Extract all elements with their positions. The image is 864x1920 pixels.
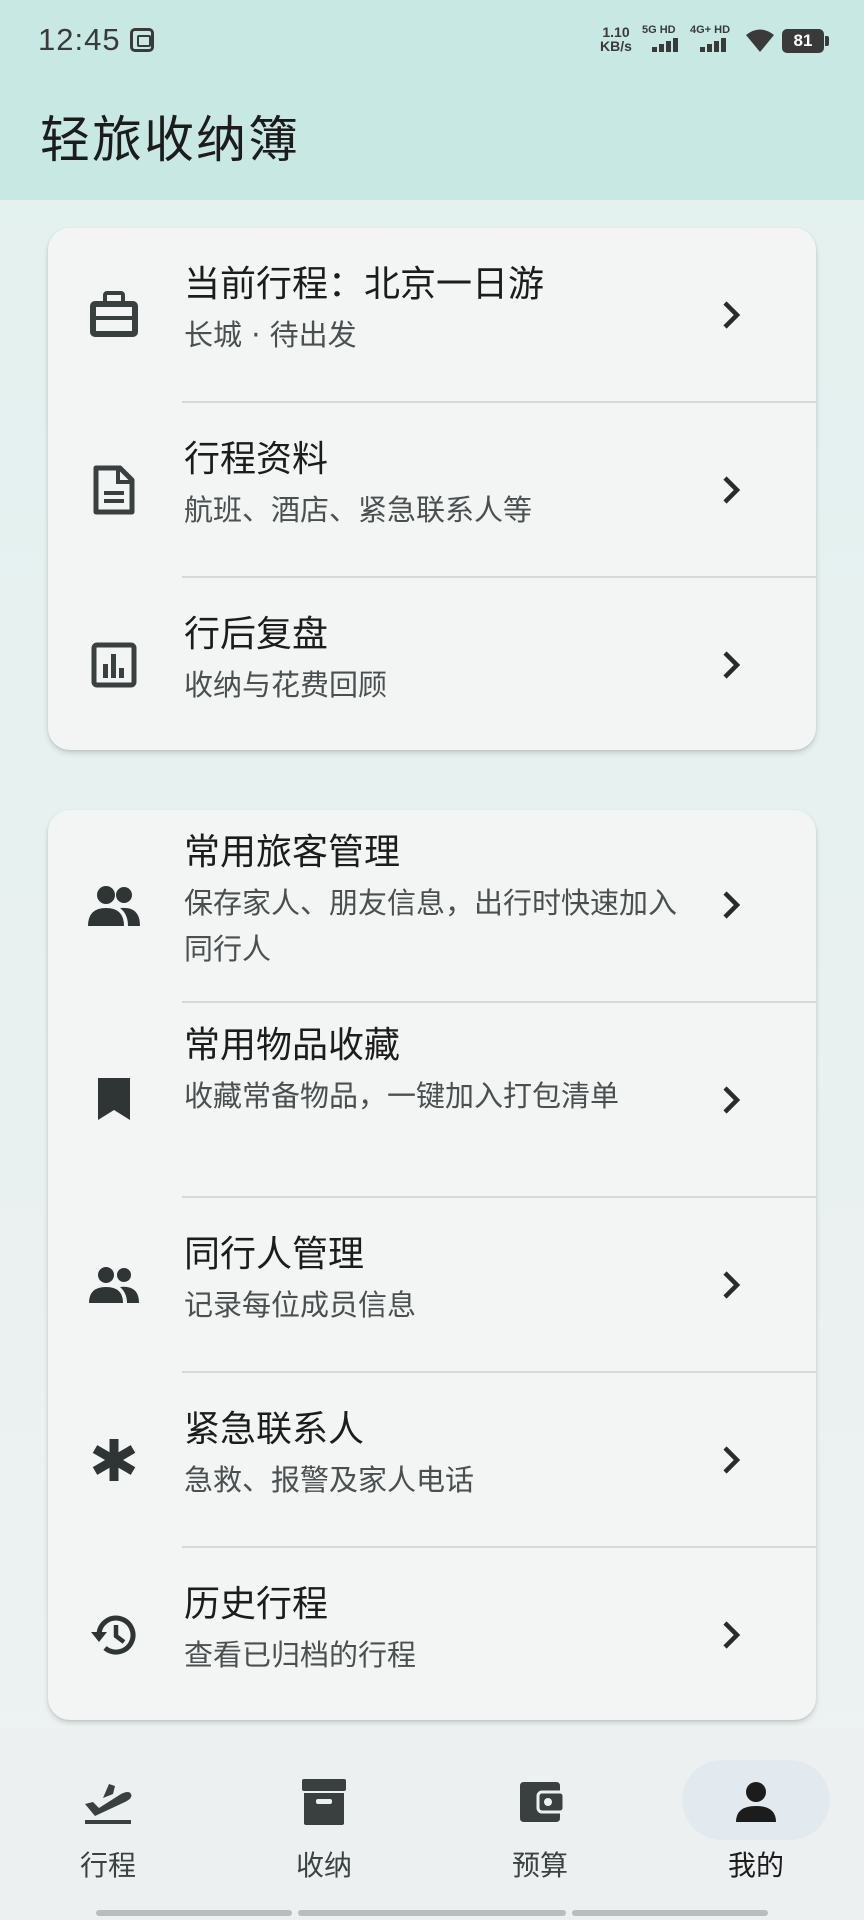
- list-item-subtitle: 保存家人、朋友信息，出行时快速加入同行人: [184, 886, 678, 966]
- chevron-right-icon: [723, 476, 741, 504]
- gesture-bar: [298, 1910, 566, 1916]
- network-speed: 1.10 KB/s: [596, 25, 636, 53]
- list-item-title: 行后复盘: [184, 614, 329, 655]
- chevron-right-icon: [723, 1446, 741, 1474]
- list-item-companions[interactable]: 同行人管理 记录每位成员信息: [48, 1198, 816, 1372]
- network-speed-unit: KB/s: [600, 38, 632, 54]
- wallet-icon: [510, 1772, 570, 1832]
- flight-takeoff-icon: [78, 1772, 138, 1832]
- list-item-subtitle: 记录每位成员信息: [184, 1288, 417, 1322]
- list-item-current-trip[interactable]: 当前行程：北京一日游 长城 · 待出发: [48, 228, 816, 402]
- list-item-frequent-travelers[interactable]: 常用旅客管理 保存家人、朋友信息，出行时快速加入同行人: [48, 810, 816, 1002]
- nav-item-storage[interactable]: 收纳: [216, 1728, 432, 1920]
- list-item-subtitle: 急救、报警及家人电话: [184, 1463, 475, 1497]
- list-item-trip-history[interactable]: 历史行程 查看已归档的行程: [48, 1548, 816, 1720]
- network-speed-value: 1.10: [602, 24, 630, 40]
- people-icon: [86, 878, 142, 934]
- list-item-emergency-contacts[interactable]: 紧急联系人 急救、报警及家人电话: [48, 1373, 816, 1547]
- nav-label: 收纳: [295, 1849, 352, 1882]
- asterisk-icon: [86, 1432, 142, 1488]
- chevron-right-icon: [723, 1271, 741, 1299]
- list-item-title: 常用物品收藏: [184, 1025, 401, 1066]
- chevron-right-icon: [723, 891, 741, 919]
- list-item-trip-review[interactable]: 行后复盘 收纳与花费回顾: [48, 578, 816, 750]
- list-item-title: 同行人管理: [184, 1234, 365, 1275]
- list-item-subtitle: 长城 · 待出发: [184, 318, 357, 352]
- nav-item-trips[interactable]: 行程: [0, 1728, 216, 1920]
- list-item-subtitle: 航班、酒店、紧急联系人等: [184, 493, 533, 527]
- gesture-bar: [572, 1910, 768, 1916]
- chevron-right-icon: [723, 651, 741, 679]
- list-item-title: 紧急联系人: [184, 1409, 365, 1450]
- chevron-right-icon: [723, 1086, 741, 1114]
- nav-label: 预算: [511, 1849, 568, 1882]
- signal-label: 4G+ HD: [690, 24, 731, 36]
- group-icon: [86, 1257, 142, 1313]
- list-item-title: 历史行程: [184, 1584, 329, 1625]
- briefcase-icon: [86, 287, 142, 343]
- person-icon: [726, 1772, 786, 1832]
- list-item-subtitle: 收藏常备物品，一键加入打包清单: [184, 1079, 620, 1113]
- settings-card: 常用旅客管理 保存家人、朋友信息，出行时快速加入同行人 常用物品收藏 收藏常备物…: [48, 810, 816, 1720]
- document-icon: [86, 462, 142, 518]
- battery-level: 81: [793, 31, 813, 50]
- list-item-title: 常用旅客管理: [184, 832, 401, 873]
- status-time: 12:45: [38, 22, 121, 57]
- bottom-navigation: 行程 收纳 预算 我的: [0, 1728, 864, 1920]
- signal-icon: 5G HD: [642, 24, 692, 54]
- app-header: 12:45 1.10 KB/s 5G HD 4G+ HD 81 轻旅收纳簿: [0, 0, 864, 200]
- sim-icon: [130, 28, 154, 52]
- nav-label: 我的: [727, 1849, 784, 1882]
- chevron-right-icon: [723, 1621, 741, 1649]
- bookmark-icon: [86, 1071, 142, 1127]
- gesture-bar: [96, 1910, 292, 1916]
- archive-box-icon: [294, 1772, 354, 1832]
- page-title: 轻旅收纳簿: [40, 111, 300, 169]
- battery-icon: 81: [782, 29, 829, 53]
- list-item-title: 行程资料: [184, 439, 329, 480]
- list-item-title: 当前行程：北京一日游: [184, 264, 545, 305]
- bar-chart-icon: [86, 637, 142, 693]
- wifi-icon: [746, 29, 774, 52]
- status-bar: 12:45 1.10 KB/s 5G HD 4G+ HD 81: [0, 0, 864, 80]
- nav-label: 行程: [79, 1849, 136, 1882]
- signal-icon: 4G+ HD: [690, 24, 740, 54]
- list-item-trip-docs[interactable]: 行程资料 航班、酒店、紧急联系人等: [48, 403, 816, 577]
- list-item-favorite-items[interactable]: 常用物品收藏 收藏常备物品，一键加入打包清单: [48, 1003, 816, 1197]
- list-item-subtitle: 查看已归档的行程: [184, 1638, 417, 1672]
- signal-label: 5G HD: [642, 24, 676, 36]
- nav-item-budget[interactable]: 预算: [432, 1728, 648, 1920]
- chevron-right-icon: [723, 301, 741, 329]
- trip-card: 当前行程：北京一日游 长城 · 待出发 行程资料 航班、酒店、紧急联系人等 行后…: [48, 228, 816, 750]
- nav-item-profile[interactable]: 我的: [648, 1728, 864, 1920]
- list-item-subtitle: 收纳与花费回顾: [184, 668, 388, 702]
- history-icon: [86, 1607, 142, 1663]
